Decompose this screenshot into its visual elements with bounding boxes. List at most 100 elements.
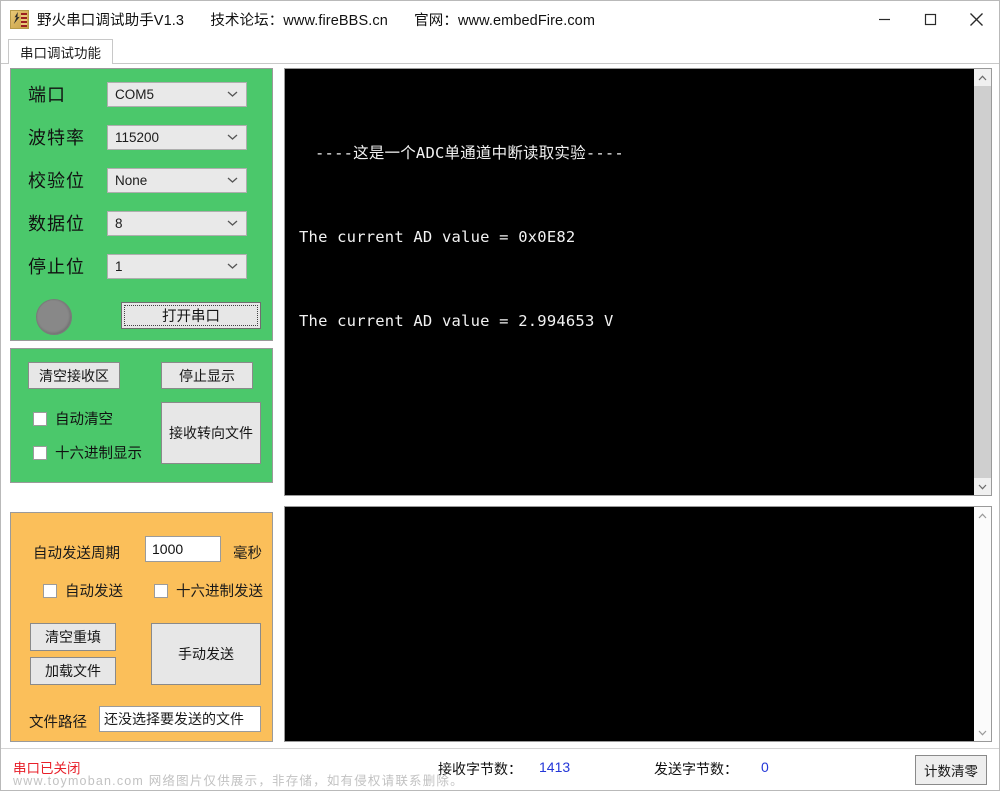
row-baudrate: 波特率 115200 (11, 120, 272, 154)
checkbox-auto-clear[interactable]: 自动清空 (33, 408, 113, 429)
title-bar: 野火串口调试助手V1.3 技术论坛：www.fireBBS.cn 官网：www.… (1, 1, 999, 38)
connection-led (36, 299, 72, 335)
select-baudrate[interactable]: 115200 (107, 124, 247, 150)
load-file-button[interactable]: 加载文件 (30, 657, 116, 685)
manual-send-button[interactable]: 手动发送 (151, 623, 261, 685)
chevron-down-icon (227, 220, 238, 227)
tab-serial-debug[interactable]: 串口调试功能 (8, 39, 113, 64)
open-port-button[interactable]: 打开串口 (121, 302, 261, 329)
scroll-down-button[interactable] (974, 478, 991, 495)
row-port: 端口 COM5 (11, 77, 272, 111)
send-control-panel: 自动发送周期 1000 毫秒 自动发送 十六进制发送 清空重填 加载文件 手动发… (10, 512, 273, 742)
close-button[interactable] (953, 1, 999, 38)
label-milliseconds: 毫秒 (233, 546, 262, 562)
clear-refill-button[interactable]: 清空重填 (30, 623, 116, 651)
scroll-up-button[interactable] (974, 507, 991, 524)
file-path-value: 还没选择要发送的文件 (104, 711, 244, 727)
send-scrollbar[interactable] (974, 507, 991, 741)
chevron-down-icon (227, 177, 238, 184)
chevron-down-icon (227, 91, 238, 98)
chevron-down-icon (227, 134, 238, 141)
serial-settings-panel: 端口 COM5 波特率 115200 校验位 None 数据位 8 停止位 1 … (10, 68, 273, 341)
label-auto-send-period: 自动发送周期 (33, 546, 120, 562)
file-path-input[interactable]: 还没选择要发送的文件 (99, 706, 261, 732)
label-file-path: 文件路径 (29, 715, 87, 731)
label-stopbits: 停止位 (28, 257, 85, 277)
clear-refill-label: 清空重填 (45, 629, 101, 645)
chevron-down-icon (227, 263, 238, 270)
select-port-value: COM5 (115, 86, 155, 102)
window-controls (861, 1, 999, 38)
send-text-area[interactable] (284, 506, 992, 742)
status-bar: 串口已关闭 接收字节数： 1413 发送字节数： 0 计数清零 www.toym… (1, 748, 999, 790)
select-port[interactable]: COM5 (107, 81, 247, 107)
forum-label: 技术论坛：www.fireBBS.cn (210, 13, 388, 29)
label-baudrate: 波特率 (28, 128, 85, 148)
terminal-line: ----这是一个ADC单通道中断读取实验---- (315, 144, 624, 162)
value-received-bytes: 1413 (539, 759, 571, 775)
row-stopbits: 停止位 1 (11, 249, 272, 283)
minimize-icon (878, 18, 890, 21)
select-parity-value: None (115, 172, 148, 188)
select-databits[interactable]: 8 (107, 210, 247, 236)
select-parity[interactable]: None (107, 167, 247, 193)
minimize-button[interactable] (861, 1, 907, 38)
auto-send-period-value: 1000 (152, 541, 184, 557)
checkbox-auto-send[interactable]: 自动发送 (43, 580, 123, 601)
manual-send-label: 手动发送 (178, 646, 234, 662)
terminal-line: The current AD value = 0x0E82 (299, 228, 576, 246)
page-title: 野火串口调试助手V1.3 (37, 13, 185, 29)
checkbox-hex-display[interactable]: 十六进制显示 (33, 442, 142, 463)
scroll-down-button[interactable] (974, 724, 991, 741)
close-icon (969, 13, 983, 26)
watermark-text: www.toymoban.com 网络图片仅供展示，非存储，如有侵权请联系删除。 (13, 774, 464, 788)
checkbox-auto-send-label: 自动发送 (65, 584, 123, 600)
row-parity: 校验位 None (11, 163, 272, 197)
label-databits: 数据位 (28, 214, 85, 234)
chevron-up-icon (978, 74, 987, 80)
scroll-up-button[interactable] (974, 69, 991, 86)
website-label: 官网：www.embedFire.com (414, 13, 596, 29)
receive-text-content: ----这是一个ADC单通道中断读取实验---- The current AD … (285, 69, 974, 495)
window-title-group: 野火串口调试助手V1.3 技术论坛：www.fireBBS.cn 官网：www.… (37, 9, 595, 30)
select-stopbits[interactable]: 1 (107, 253, 247, 279)
flame-app-icon (10, 10, 29, 29)
maximize-icon (924, 13, 936, 26)
checkbox-auto-clear-label: 自动清空 (55, 412, 113, 428)
checkbox-hex-send-label: 十六进制发送 (176, 584, 263, 600)
select-stopbits-value: 1 (115, 258, 123, 274)
maximize-button[interactable] (907, 1, 953, 38)
label-port: 端口 (28, 85, 66, 105)
stop-display-label: 停止显示 (179, 367, 235, 384)
tab-strip: 串口调试功能 (1, 38, 999, 64)
receive-text-area[interactable]: ----这是一个ADC单通道中断读取实验---- The current AD … (284, 68, 992, 496)
chevron-down-icon (978, 730, 987, 736)
select-databits-value: 8 (115, 215, 123, 231)
label-sent-bytes: 发送字节数： (654, 761, 738, 777)
reset-counter-button[interactable]: 计数清零 (915, 755, 987, 785)
clear-receive-button[interactable]: 清空接收区 (28, 362, 120, 389)
checkbox-hex-display-label: 十六进制显示 (55, 446, 142, 462)
checkbox-box-icon (33, 445, 47, 460)
load-file-label: 加载文件 (45, 663, 101, 679)
checkbox-box-icon (154, 583, 168, 598)
value-sent-bytes: 0 (761, 759, 769, 775)
focus-ring (124, 305, 258, 326)
application-window: 野火串口调试助手V1.3 技术论坛：www.fireBBS.cn 官网：www.… (0, 0, 1000, 791)
row-databits: 数据位 8 (11, 206, 272, 240)
receive-scrollbar[interactable] (974, 69, 991, 495)
stop-display-button[interactable]: 停止显示 (161, 362, 253, 389)
receive-to-file-label: 接收转向文件 (169, 425, 253, 441)
label-parity: 校验位 (28, 171, 85, 191)
reset-counter-label: 计数清零 (924, 764, 978, 779)
send-text-content (285, 507, 974, 741)
auto-send-period-input[interactable]: 1000 (145, 536, 221, 562)
checkbox-box-icon (33, 411, 47, 426)
checkbox-hex-send[interactable]: 十六进制发送 (154, 580, 263, 601)
clear-receive-label: 清空接收区 (39, 367, 109, 384)
terminal-line: The current AD value = 2.994653 V (299, 312, 614, 330)
chevron-up-icon (978, 512, 987, 518)
receive-to-file-button[interactable]: 接收转向文件 (161, 402, 261, 464)
